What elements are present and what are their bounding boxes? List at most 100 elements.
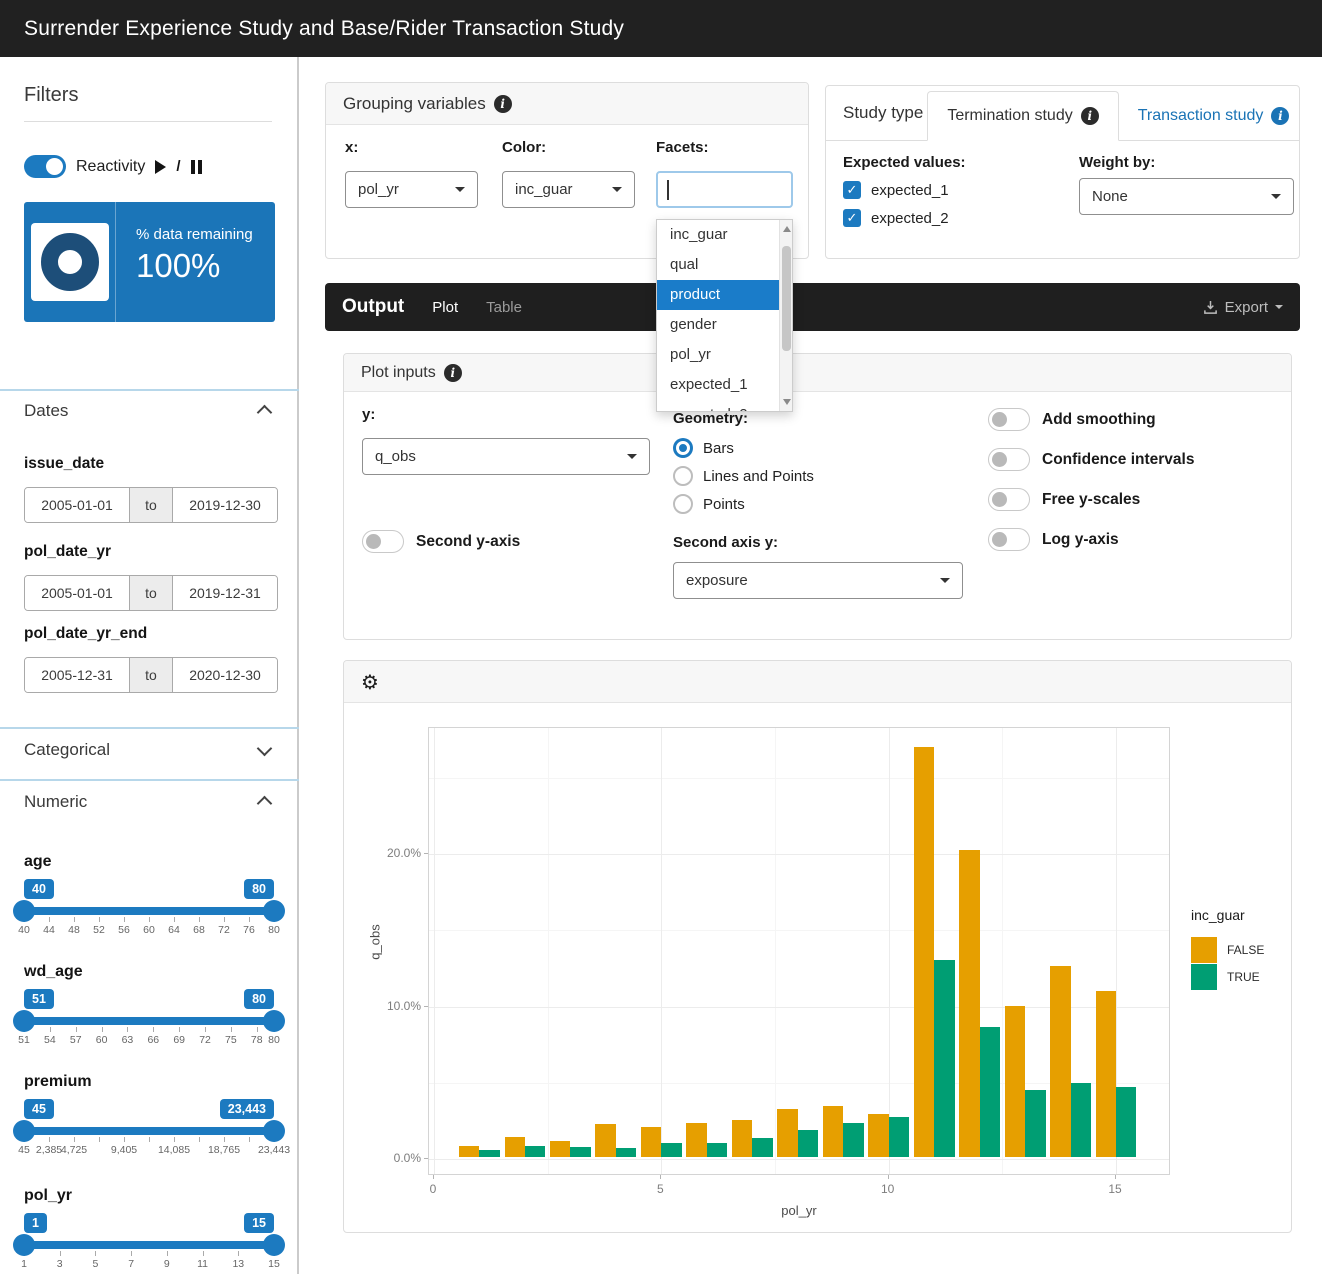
toggle-confidence-intervals: Confidence intervals bbox=[988, 448, 1194, 471]
date-from-input[interactable]: 2005-01-01 bbox=[25, 576, 129, 610]
caret-down-icon bbox=[940, 578, 950, 583]
slider-to-badge: 23,443 bbox=[220, 1099, 274, 1119]
slider-tick-label: 48 bbox=[68, 924, 80, 936]
slider-handle-max[interactable] bbox=[263, 1120, 285, 1142]
output-tab-plot[interactable]: Plot bbox=[432, 299, 458, 316]
dropdown-option-inc_guar[interactable]: inc_guar bbox=[657, 220, 792, 250]
dropdown-option-expected_2[interactable]: expected_2 bbox=[657, 400, 792, 412]
radio-icon[interactable] bbox=[673, 438, 693, 458]
checkbox-icon[interactable]: ✓ bbox=[843, 181, 861, 199]
gridline-minor bbox=[429, 930, 1170, 931]
slider-handle-min[interactable] bbox=[13, 1010, 35, 1032]
info-icon[interactable]: i bbox=[444, 364, 462, 382]
app-root: Surrender Experience Study and Base/Ride… bbox=[0, 0, 1322, 1274]
color-select[interactable]: inc_guar bbox=[502, 171, 635, 208]
checkbox-expected_2[interactable]: ✓ expected_2 bbox=[843, 209, 949, 227]
y-select[interactable]: q_obs bbox=[362, 438, 650, 475]
chart-body: 0.0%10.0%20.0%051015q_obspol_yrinc_guarF… bbox=[344, 703, 1291, 1232]
date-until-input[interactable]: 2019-12-30 bbox=[173, 488, 277, 522]
radio-icon[interactable] bbox=[673, 466, 693, 486]
date-from-input[interactable]: 2005-01-01 bbox=[25, 488, 129, 522]
checkbox-expected_1[interactable]: ✓expected_1 bbox=[843, 181, 949, 199]
date-range-input[interactable]: 2005-12-31to2020-12-30 bbox=[24, 657, 278, 693]
slider-track[interactable] bbox=[24, 1241, 274, 1249]
output-tab-table[interactable]: Table bbox=[486, 299, 522, 316]
chevron-down-icon[interactable] bbox=[257, 741, 273, 757]
slider-to-badge: 80 bbox=[244, 879, 274, 899]
radio-points[interactable]: Points bbox=[673, 494, 745, 514]
valuebox-label: % data remaining bbox=[136, 226, 275, 243]
radio-bars[interactable]: Bars bbox=[673, 438, 734, 458]
x-axis-tick bbox=[888, 1175, 889, 1179]
plot-inputs-card: Plot inputs i y: q_obs Second y-axis Geo… bbox=[343, 353, 1292, 640]
slider-handle-min[interactable] bbox=[13, 1120, 35, 1142]
weight-by-select[interactable]: None bbox=[1079, 178, 1294, 215]
x-select[interactable]: pol_yr bbox=[345, 171, 478, 208]
dropdown-option-expected_1[interactable]: expected_1 bbox=[657, 370, 792, 400]
toggle-switch[interactable] bbox=[988, 528, 1030, 551]
slider-handle-max[interactable] bbox=[263, 1234, 285, 1256]
slider-handle-min[interactable] bbox=[13, 900, 35, 922]
tab-termination-study[interactable]: Termination study i bbox=[927, 91, 1118, 141]
slider-track[interactable] bbox=[24, 1017, 274, 1025]
slider-track[interactable] bbox=[24, 1127, 274, 1135]
reactivity-label: Reactivity bbox=[76, 158, 145, 176]
slider-track[interactable] bbox=[24, 907, 274, 915]
slider-tick-label: 76 bbox=[243, 924, 255, 936]
toggle-switch[interactable] bbox=[988, 448, 1030, 471]
dropdown-option-qual[interactable]: qual bbox=[657, 250, 792, 280]
legend-key-true bbox=[1191, 964, 1217, 990]
chevron-up-icon[interactable] bbox=[257, 796, 273, 812]
slider-handle-min[interactable] bbox=[13, 1234, 35, 1256]
slider-tickmark bbox=[60, 1251, 61, 1256]
slider-tick-label: 23,443 bbox=[258, 1144, 290, 1156]
second-y-axis-toggle-row: Second y-axis bbox=[362, 530, 520, 553]
tab-label: Termination study bbox=[947, 107, 1072, 125]
caret-down-icon bbox=[455, 187, 465, 192]
chevron-up-icon[interactable] bbox=[257, 405, 273, 421]
scroll-down-icon[interactable] bbox=[783, 399, 791, 405]
date-from-input[interactable]: 2005-12-31 bbox=[25, 658, 129, 692]
dropdown-scrollbar[interactable] bbox=[779, 220, 792, 411]
toggle-switch[interactable] bbox=[988, 408, 1030, 431]
second-y-axis-toggle[interactable] bbox=[362, 530, 404, 553]
y-axis-title: q_obs bbox=[368, 924, 383, 959]
info-icon[interactable]: i bbox=[1081, 107, 1099, 125]
date-range-input[interactable]: 2005-01-01to2019-12-31 bbox=[24, 575, 278, 611]
second-axis-y-select[interactable]: exposure bbox=[673, 562, 963, 599]
caret-down-icon bbox=[1275, 305, 1283, 309]
section-categorical[interactable]: Categorical bbox=[24, 740, 110, 760]
y-tick-label: 10.0% bbox=[363, 999, 421, 1013]
scroll-thumb[interactable] bbox=[782, 246, 791, 351]
plot-inputs-header: Plot inputs i bbox=[344, 354, 1291, 392]
checkbox-icon[interactable]: ✓ bbox=[843, 209, 861, 227]
slider-tick-label: 13 bbox=[232, 1258, 244, 1270]
gridline-minor bbox=[1002, 728, 1003, 1175]
tab-transaction-study[interactable]: Transaction studyi bbox=[1119, 91, 1309, 140]
date-filter: pol_date_yr2005-01-01to2019-12-31 bbox=[24, 543, 278, 561]
scroll-up-icon[interactable] bbox=[783, 226, 791, 232]
date-until-input[interactable]: 2020-12-30 bbox=[173, 658, 277, 692]
facets-input[interactable] bbox=[656, 171, 793, 208]
section-numeric[interactable]: Numeric bbox=[24, 792, 87, 812]
x-axis-tick bbox=[660, 1175, 661, 1179]
toggle-label: Add smoothing bbox=[1042, 411, 1156, 429]
slider-handle-max[interactable] bbox=[263, 1010, 285, 1032]
slider-handle-max[interactable] bbox=[263, 900, 285, 922]
info-icon[interactable]: i bbox=[1271, 107, 1289, 125]
slider-tick-label: 60 bbox=[143, 924, 155, 936]
radio-lines-and-points[interactable]: Lines and Points bbox=[673, 466, 814, 486]
section-dates[interactable]: Dates bbox=[24, 401, 68, 421]
dropdown-option-gender[interactable]: gender bbox=[657, 310, 792, 340]
checkbox-label: expected_2 bbox=[871, 210, 949, 227]
reactivity-toggle[interactable] bbox=[24, 155, 66, 178]
gear-icon[interactable]: ⚙ bbox=[361, 670, 379, 694]
dropdown-option-pol_yr[interactable]: pol_yr bbox=[657, 340, 792, 370]
export-button[interactable]: Export bbox=[1203, 299, 1283, 316]
toggle-switch[interactable] bbox=[988, 488, 1030, 511]
radio-icon[interactable] bbox=[673, 494, 693, 514]
date-range-input[interactable]: 2005-01-01to2019-12-30 bbox=[24, 487, 278, 523]
date-until-input[interactable]: 2019-12-31 bbox=[173, 576, 277, 610]
info-icon[interactable]: i bbox=[494, 95, 512, 113]
dropdown-option-product[interactable]: product bbox=[657, 280, 792, 310]
